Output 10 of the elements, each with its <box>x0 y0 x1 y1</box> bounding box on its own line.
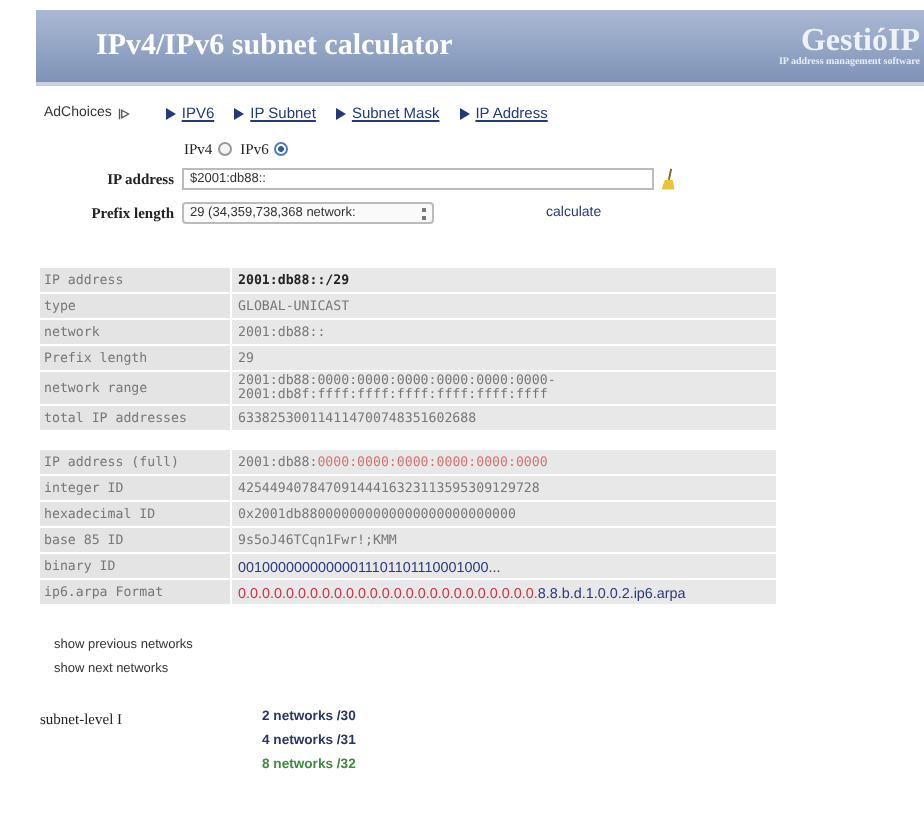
page-title: IPv4/IPv6 subnet calculator <box>96 29 453 63</box>
play-icon <box>459 107 470 119</box>
ad-choices-icon[interactable] <box>117 107 130 119</box>
broom-icon[interactable] <box>660 167 676 191</box>
radio-button[interactable] <box>274 142 289 156</box>
brand-logo: GestióIP <box>800 25 920 57</box>
play-icon <box>335 107 346 119</box>
radio-button[interactable] <box>218 142 233 156</box>
play-icon <box>165 107 176 119</box>
play-icon <box>234 107 245 119</box>
